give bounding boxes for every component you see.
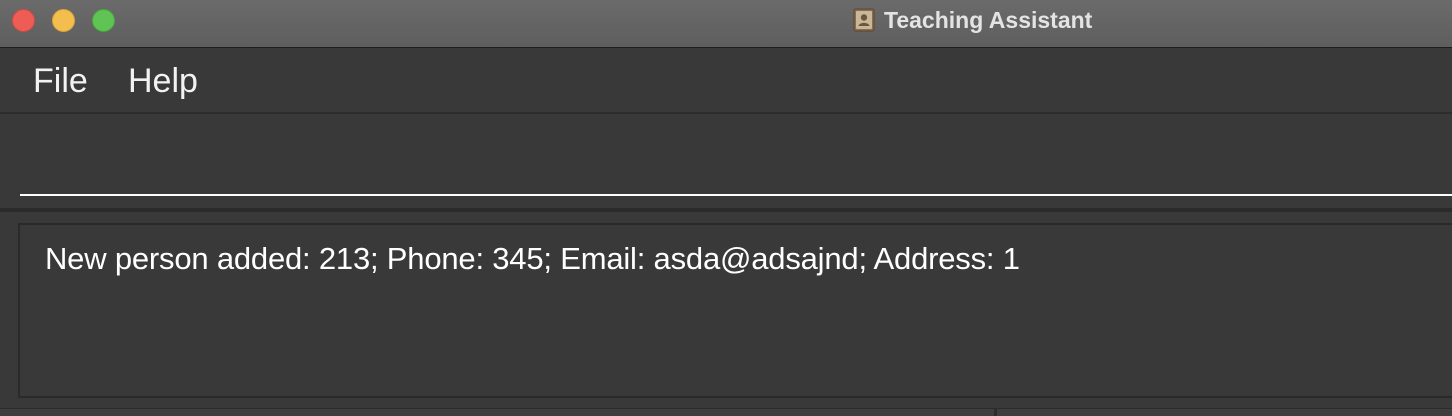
window-title: Teaching Assistant <box>884 6 1093 33</box>
menu-help[interactable]: Help <box>128 62 198 101</box>
pane-divider[interactable] <box>0 208 1452 212</box>
person-list-panel-edge <box>0 408 1452 416</box>
app-window: Teaching Assistant File Help New person … <box>0 0 1452 416</box>
close-window-button[interactable] <box>12 9 35 32</box>
result-display: New person added: 213; Phone: 345; Email… <box>18 223 1452 398</box>
menu-bar: File Help <box>0 48 1452 114</box>
command-box <box>0 116 1452 208</box>
address-book-icon <box>853 8 875 32</box>
command-input[interactable] <box>20 136 1452 196</box>
title-bar[interactable]: Teaching Assistant <box>0 0 1452 48</box>
window-title-group: Teaching Assistant <box>852 7 1092 33</box>
panel-split-divider[interactable] <box>994 408 997 416</box>
minimize-window-button[interactable] <box>52 9 75 32</box>
result-message: New person added: 213; Phone: 345; Email… <box>45 241 1020 276</box>
zoom-window-button[interactable] <box>92 9 115 32</box>
menu-file[interactable]: File <box>33 62 88 101</box>
